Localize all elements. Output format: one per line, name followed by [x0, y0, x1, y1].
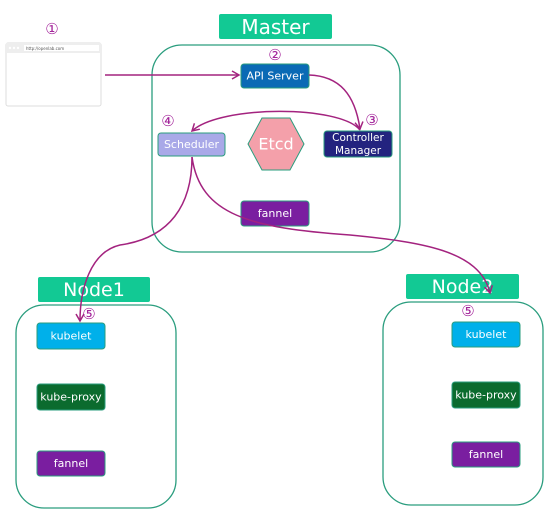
- node2-kube-proxy[interactable]: kube-proxy: [451, 381, 521, 409]
- node1-title: Node1: [63, 279, 125, 301]
- browser-url: http://openlab.com: [26, 46, 64, 51]
- node1-fannel[interactable]: fannel: [36, 450, 106, 477]
- node2-fannel-label: fannel: [469, 448, 503, 461]
- step-5-node2-badge: ⑤: [461, 302, 474, 320]
- step-5-node1-badge: ⑤: [82, 305, 95, 323]
- api-server-label: API Server: [247, 70, 304, 83]
- node2-kube-proxy-label: kube-proxy: [455, 389, 517, 402]
- step-2-badge: ②: [268, 46, 281, 64]
- etcd[interactable]: Etcd: [247, 117, 305, 171]
- step-4-badge: ④: [161, 112, 174, 130]
- arrow-scheduler-to-node2: [191, 156, 494, 295]
- node2-kubelet-label: kubelet: [466, 328, 508, 341]
- node1-kubelet-label: kubelet: [51, 330, 93, 343]
- etcd-label: Etcd: [258, 135, 293, 154]
- master-title: Master: [241, 15, 310, 39]
- node1-kube-proxy[interactable]: kube-proxy: [36, 383, 106, 411]
- node1-fannel-label: fannel: [54, 457, 88, 470]
- node2-fannel[interactable]: fannel: [451, 441, 521, 468]
- api-server[interactable]: API Server: [240, 63, 310, 89]
- step-1-badge: ①: [45, 20, 58, 38]
- node1-kubelet[interactable]: kubelet: [36, 322, 106, 350]
- node2-kubelet[interactable]: kubelet: [451, 321, 521, 348]
- kubernetes-architecture-diagram: http://openlab.com Master API Server Con…: [5, 14, 544, 509]
- node1-kube-proxy-label: kube-proxy: [40, 391, 102, 404]
- scheduler-label: Scheduler: [164, 138, 220, 151]
- browser-window: http://openlab.com: [5, 42, 102, 107]
- controller-manager-label-1: Controller: [332, 132, 384, 144]
- controller-manager[interactable]: Controller Manager: [323, 130, 393, 158]
- controller-manager-label-2: Manager: [335, 145, 382, 157]
- scheduler[interactable]: Scheduler: [157, 132, 226, 157]
- master-fannel-label: fannel: [258, 207, 292, 220]
- master-fannel[interactable]: fannel: [240, 200, 310, 227]
- step-3-badge: ③: [365, 111, 378, 129]
- arrow-api-to-controller: [308, 74, 364, 131]
